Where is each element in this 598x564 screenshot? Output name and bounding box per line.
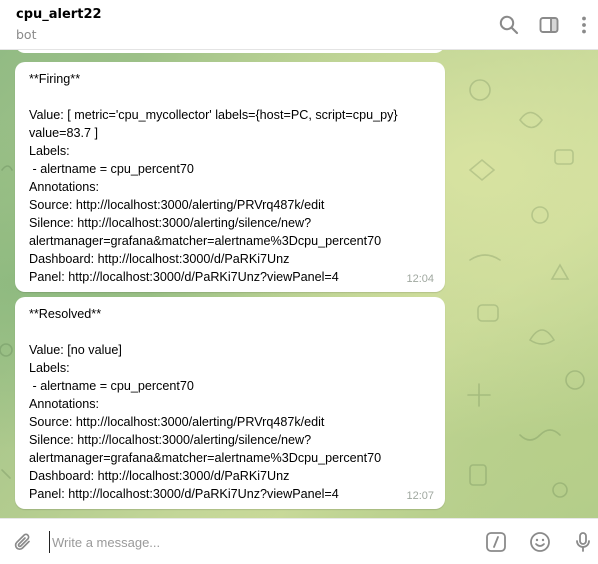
message-input[interactable] — [49, 531, 472, 553]
bot-command-icon[interactable] — [484, 530, 508, 554]
message-line — [29, 323, 431, 341]
previous-message-edge — [15, 50, 445, 53]
message-line: value=83.7 ] — [29, 126, 98, 140]
message-line — [29, 88, 431, 106]
message-line: - alertname = cpu_percent70 — [29, 162, 194, 176]
microphone-icon[interactable] — [571, 530, 595, 554]
panel-link[interactable]: Panel: http://localhost:3000/d/PaRKi7Unz… — [29, 485, 431, 503]
message-line: - alertname = cpu_percent70 — [29, 379, 194, 393]
message-line: Annotations: — [29, 180, 100, 194]
source-link[interactable]: Source: http://localhost:3000/alerting/P… — [29, 413, 431, 431]
emoji-icon[interactable] — [528, 530, 552, 554]
dashboard-link[interactable]: Dashboard: http://localhost:3000/d/PaRKi… — [29, 250, 431, 268]
message-line: Value: [ metric='cpu_mycollector' labels… — [29, 108, 398, 122]
message-timestamp: 12:07 — [406, 490, 434, 502]
silence-link[interactable]: Silence: http://localhost:3000/alerting/… — [29, 214, 431, 232]
attach-icon[interactable] — [12, 530, 36, 554]
panel-link[interactable]: Panel: http://localhost:3000/d/PaRKi7Unz… — [29, 268, 431, 286]
search-icon[interactable] — [497, 13, 521, 37]
message-bubble-resolved[interactable]: **Resolved** Value: [no value] Labels: -… — [15, 297, 445, 509]
message-line: **Firing** — [29, 72, 81, 86]
chat-area[interactable]: **Firing** Value: [ metric='cpu_mycollec… — [0, 50, 598, 518]
chat-subtitle: bot — [16, 27, 37, 42]
message-line: Labels: — [29, 144, 70, 158]
message-line: Labels: — [29, 361, 70, 375]
message-composer — [0, 518, 598, 564]
more-vert-icon[interactable] — [572, 13, 596, 37]
chat-title[interactable]: cpu_alert22 — [16, 7, 102, 22]
silence-link[interactable]: Silence: http://localhost:3000/alerting/… — [29, 431, 431, 449]
silence-link-cont[interactable]: alertmanager=grafana&matcher=alertname%3… — [29, 232, 431, 250]
message-line: Value: [no value] — [29, 343, 122, 357]
silence-link-cont[interactable]: alertmanager=grafana&matcher=alertname%3… — [29, 449, 431, 467]
chat-header: cpu_alert22 bot — [0, 0, 598, 50]
source-link[interactable]: Source: http://localhost:3000/alerting/P… — [29, 196, 431, 214]
sidebar-toggle-icon[interactable] — [537, 13, 561, 37]
message-bubble-firing[interactable]: **Firing** Value: [ metric='cpu_mycollec… — [15, 62, 445, 292]
message-timestamp: 12:04 — [406, 273, 434, 285]
message-line: Annotations: — [29, 397, 100, 411]
dashboard-link[interactable]: Dashboard: http://localhost:3000/d/PaRKi… — [29, 467, 431, 485]
message-line: **Resolved** — [29, 307, 102, 321]
